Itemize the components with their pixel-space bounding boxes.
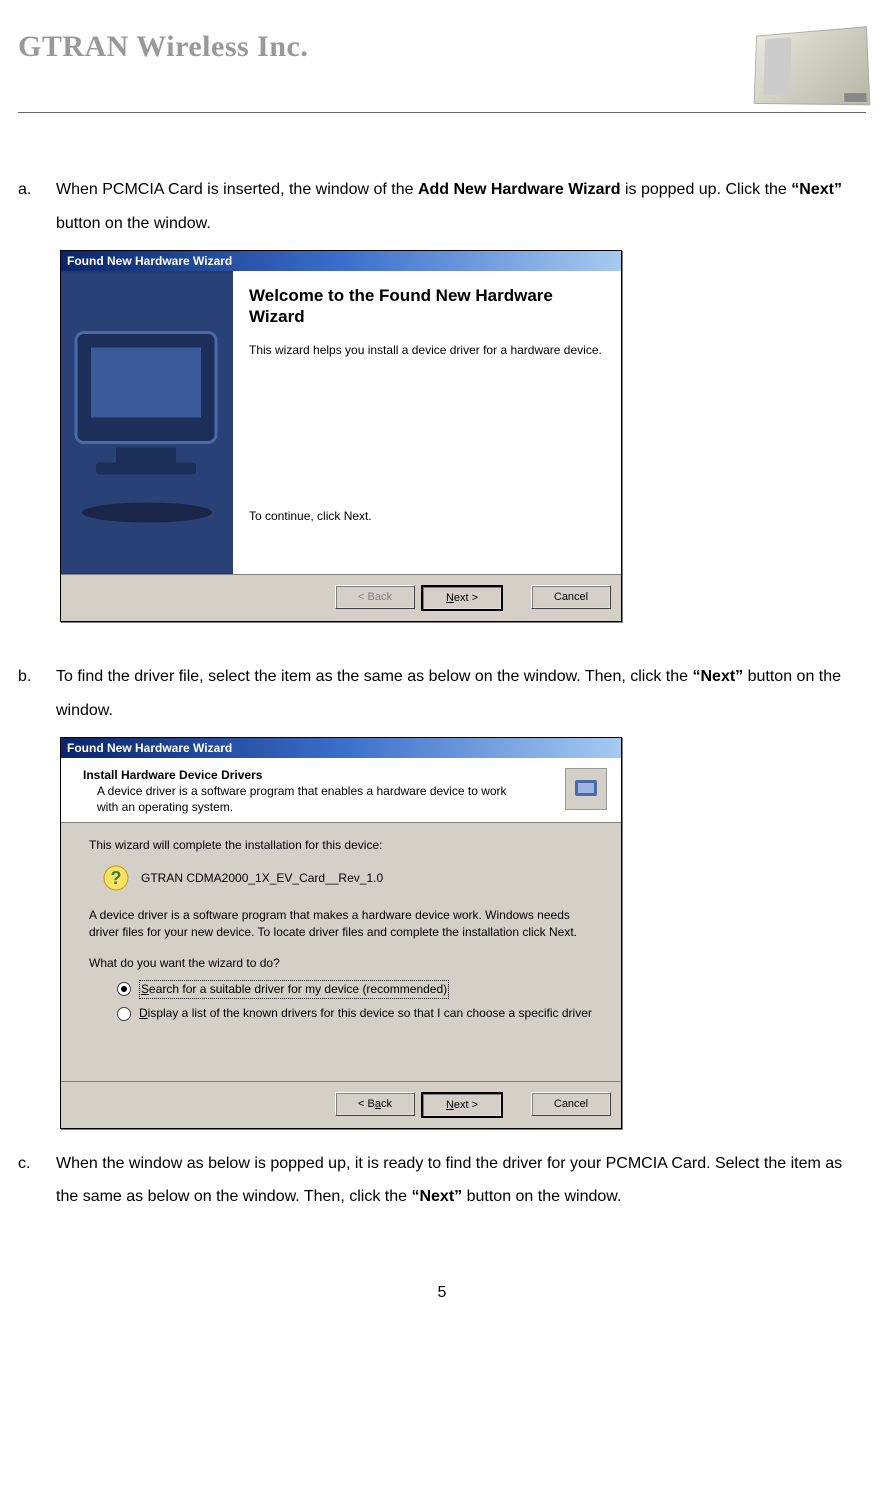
step-marker: b. (18, 660, 56, 727)
step-marker: a. (18, 173, 56, 240)
step-marker: c. (18, 1147, 56, 1214)
dialog1-button-row: < Back Next > Cancel (61, 574, 621, 621)
wizard-side-graphic (61, 271, 233, 574)
step-b-text: To find the driver file, select the item… (56, 660, 866, 727)
step-c-text: When the window as below is popped up, i… (56, 1147, 866, 1214)
dialog2-header-strip: Install Hardware Device Drivers A device… (61, 758, 621, 822)
back-button[interactable]: < Baackck (335, 1092, 415, 1116)
cancel-button[interactable]: Cancel (531, 1092, 611, 1116)
radio-icon (117, 1007, 131, 1021)
unknown-device-icon: ? (101, 863, 131, 893)
step-b: b. To find the driver file, select the i… (18, 660, 866, 727)
wizard-dialog-1: Found New Hardware Wizard Welcome to the… (60, 250, 622, 622)
dialog2-line2: A device driver is a software program th… (89, 907, 601, 941)
radio-display-list[interactable]: Display a list of the known drivers for … (117, 1005, 601, 1022)
pcmcia-card-illustration (754, 26, 871, 105)
company-name: GTRAN Wireless Inc. (18, 30, 308, 64)
dialog2-titlebar: Found New Hardware Wizard (61, 738, 621, 758)
radio-icon (117, 982, 131, 996)
dialog1-titlebar: Found New Hardware Wizard (61, 251, 621, 271)
step-a-text: When PCMCIA Card is inserted, the window… (56, 173, 866, 240)
back-button[interactable]: < Back (335, 585, 415, 609)
radio-search-driver[interactable]: Search for a suitable driver for my devi… (117, 980, 601, 999)
dialog1-line1: This wizard helps you install a device d… (249, 342, 603, 358)
cancel-button[interactable]: Cancel (531, 585, 611, 609)
dialog2-head-sub: A device driver is a software program th… (97, 784, 527, 815)
dialog2-question: What do you want the wizard to do? (89, 955, 601, 972)
step-c: c. When the window as below is popped up… (18, 1147, 866, 1214)
next-button[interactable]: Next > (421, 1092, 503, 1118)
next-button[interactable]: Next > (421, 585, 503, 611)
page-header: GTRAN Wireless Inc. (18, 30, 866, 113)
svg-text:?: ? (111, 868, 122, 888)
page-number: 5 (18, 1284, 866, 1302)
wizard-dialog-2: Found New Hardware Wizard Install Hardwa… (60, 737, 622, 1128)
dialog2-device-name: GTRAN CDMA2000_1X_EV_Card__Rev_1.0 (141, 870, 383, 887)
dialog1-heading: Welcome to the Found New Hardware Wizard (249, 285, 603, 328)
step-a: a. When PCMCIA Card is inserted, the win… (18, 173, 866, 240)
dialog2-head-title: Install Hardware Device Drivers (83, 768, 527, 782)
dialog1-continue: To continue, click Next. (249, 508, 603, 524)
dialog2-button-row: < Baackck Next > Cancel (61, 1081, 621, 1128)
dialog2-line1: This wizard will complete the installati… (89, 837, 601, 854)
wizard-header-icon (565, 768, 607, 810)
